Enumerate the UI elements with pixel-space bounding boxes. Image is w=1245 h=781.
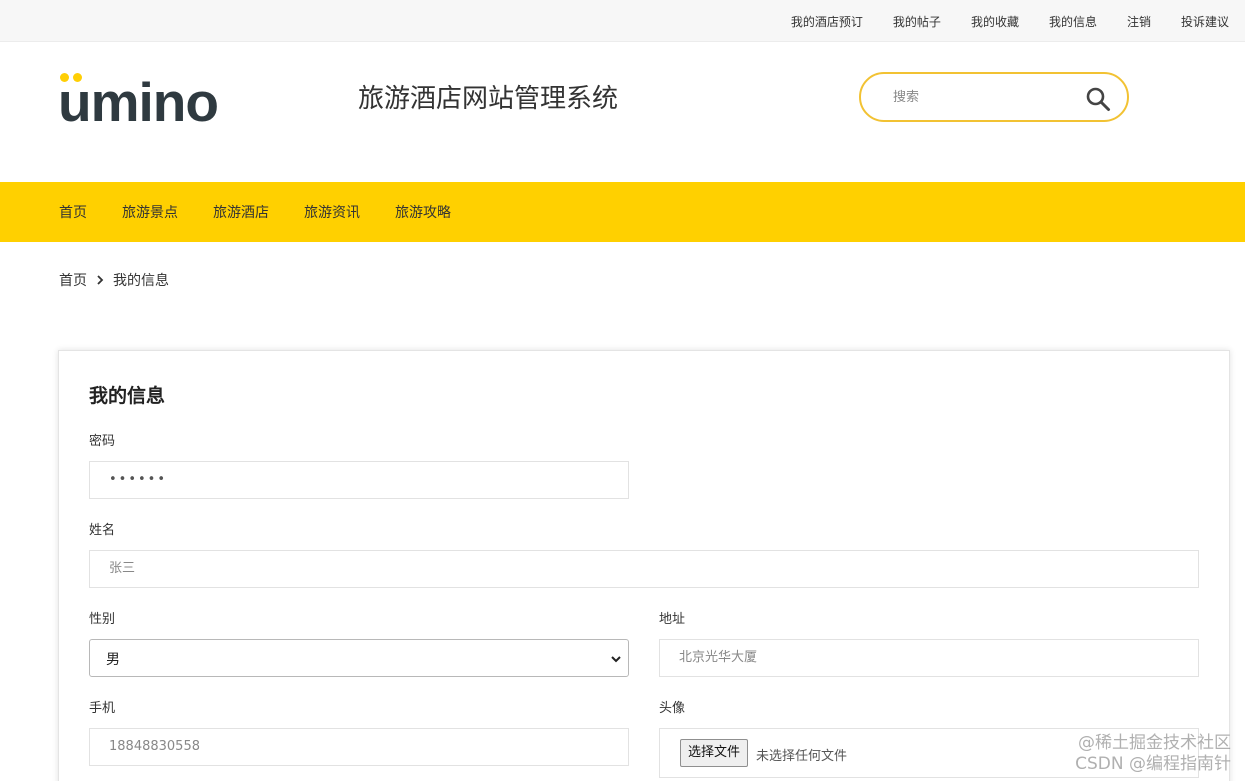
breadcrumb: 首页 我的信息 [59,270,169,290]
breadcrumb-home[interactable]: 首页 [59,270,87,290]
phone-field[interactable]: 18848830558 [89,728,629,766]
search-box [859,72,1129,122]
choose-file-button[interactable]: 选择文件 [680,739,749,767]
form-title: 我的信息 [89,385,166,407]
link-my-info[interactable]: 我的信息 [1049,13,1097,30]
chevron-down-icon [611,656,621,663]
password-label: 密码 [89,434,116,449]
link-my-favorites[interactable]: 我的收藏 [971,13,1019,30]
watermark: @稀土掘金技术社区 CSDN @编程指南针 [1075,733,1231,775]
logo[interactable]: umino [58,68,219,133]
top-links: 我的酒店预订 我的帖子 我的收藏 我的信息 注销 投诉建议 [761,0,1229,42]
nav-item-guides[interactable]: 旅游攻略 [395,202,451,222]
name-field[interactable]: 张三 [89,550,1199,588]
phone-label: 手机 [89,701,116,716]
name-label: 姓名 [89,523,116,538]
gender-label: 性别 [89,612,116,627]
avatar-label: 头像 [659,701,686,716]
password-field[interactable]: •••••• [89,461,629,499]
address-field[interactable]: 北京光华大厦 [659,639,1199,677]
gender-value: 男 [106,652,120,668]
link-my-posts[interactable]: 我的帖子 [893,13,941,30]
chevron-right-icon [97,275,104,285]
search-icon[interactable] [1085,86,1111,112]
gender-select[interactable]: 男 [89,639,629,677]
profile-card: 我的信息 密码 •••••• 姓名 张三 性别 男 地址 北京光华大厦 手机 1… [58,350,1230,781]
site-title: 旅游酒店网站管理系统 [358,84,619,114]
nav-item-home[interactable]: 首页 [59,202,87,222]
search-input[interactable] [893,86,1073,108]
link-my-hotel-bookings[interactable]: 我的酒店预订 [791,13,863,30]
watermark-line-1: @稀土掘金技术社区 [1078,733,1231,753]
nav-item-news[interactable]: 旅游资讯 [304,202,360,222]
file-status: 未选择任何文件 [756,749,848,764]
link-complaints[interactable]: 投诉建议 [1181,13,1229,30]
address-label: 地址 [659,612,686,627]
main-nav: 首页 旅游景点 旅游酒店 旅游资讯 旅游攻略 [0,182,1245,242]
nav-item-hotels[interactable]: 旅游酒店 [213,202,269,222]
watermark-line-2: CSDN @编程指南针 [1075,754,1231,774]
site-header: umino 旅游酒店网站管理系统 [0,42,1245,182]
logo-text: umino [58,71,219,133]
top-utility-bar: 我的酒店预订 我的帖子 我的收藏 我的信息 注销 投诉建议 [0,0,1245,42]
link-logout[interactable]: 注销 [1127,13,1151,30]
nav-item-attractions[interactable]: 旅游景点 [122,202,178,222]
breadcrumb-current: 我的信息 [113,273,169,289]
